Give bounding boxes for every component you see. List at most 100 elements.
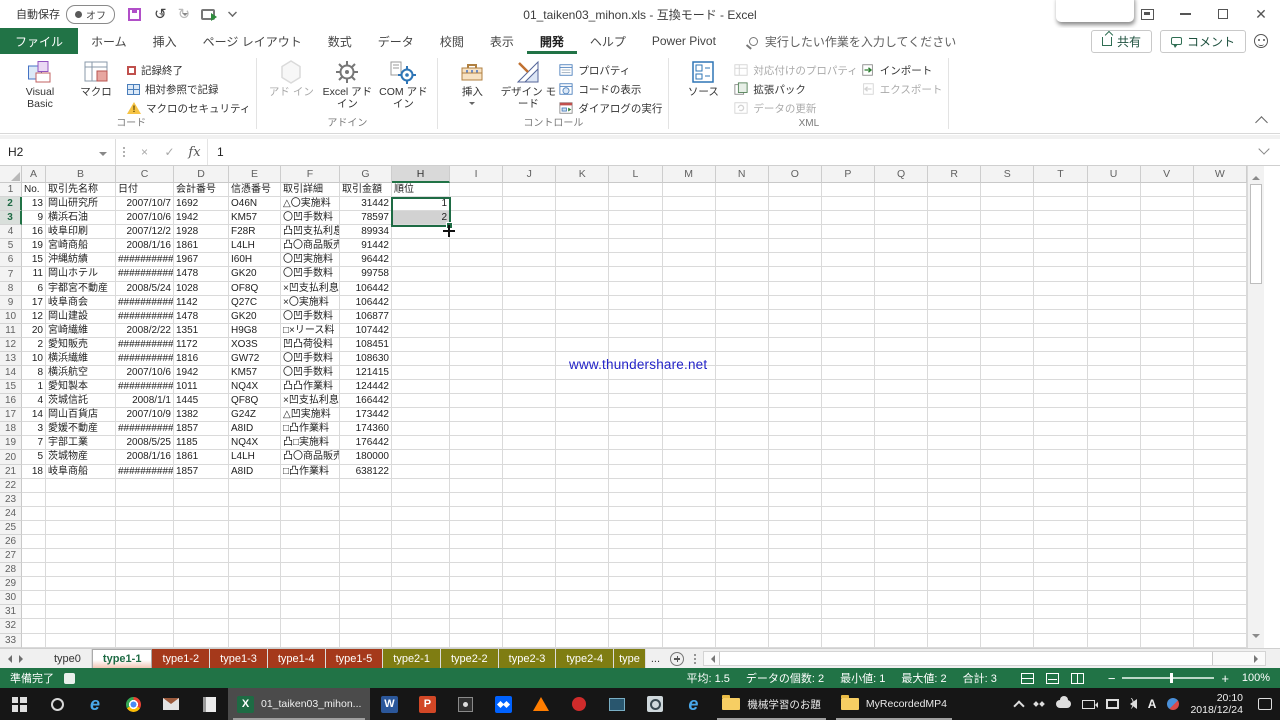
cell-C12[interactable]: ##########	[116, 338, 174, 352]
column-header-T[interactable]: T	[1034, 166, 1087, 183]
cell-Q18[interactable]	[875, 422, 928, 436]
cell-U15[interactable]	[1088, 380, 1141, 394]
cell-E22[interactable]	[229, 479, 281, 493]
touch-mode-icon[interactable]	[201, 9, 215, 20]
cell-C8[interactable]: 2008/5/24	[116, 282, 174, 296]
cell-H27[interactable]	[392, 549, 450, 563]
ribbon-tab-developer[interactable]: 開発	[527, 28, 577, 54]
cell-I33[interactable]	[450, 634, 503, 648]
cell-G8[interactable]: 106442	[340, 282, 392, 296]
import-button[interactable]: インポート	[861, 63, 943, 77]
cell-F16[interactable]: ×凹支払利息	[281, 394, 340, 408]
cell-R18[interactable]	[928, 422, 981, 436]
ribbon-display-options-button[interactable]	[1128, 0, 1166, 28]
cell-G32[interactable]	[340, 619, 392, 633]
cell-B32[interactable]	[46, 619, 116, 633]
tray-app-dot-icon[interactable]	[1167, 698, 1179, 710]
cell-F20[interactable]: 凸〇商品販売	[281, 450, 340, 464]
cell-G20[interactable]: 180000	[340, 450, 392, 464]
cell-S3[interactable]	[981, 211, 1034, 225]
vertical-scrollbar[interactable]	[1247, 166, 1264, 648]
cell-J32[interactable]	[503, 619, 556, 633]
cell-F11[interactable]: □×リース料	[281, 324, 340, 338]
cell-I2[interactable]	[450, 197, 503, 211]
cell-P16[interactable]	[822, 394, 875, 408]
row-header-8[interactable]: 8	[0, 282, 22, 296]
page-layout-view-icon[interactable]	[1046, 673, 1059, 684]
cell-A30[interactable]	[22, 591, 46, 605]
row-header-28[interactable]: 28	[0, 563, 22, 577]
cell-R14[interactable]	[928, 366, 981, 380]
excel-addins-button[interactable]: Excel アドイン	[319, 56, 375, 116]
cell-K21[interactable]	[556, 465, 609, 479]
cell-F26[interactable]	[281, 535, 340, 549]
cell-M10[interactable]	[663, 310, 716, 324]
cell-I9[interactable]	[450, 296, 503, 310]
cell-M23[interactable]	[663, 493, 716, 507]
cell-A1[interactable]: No.	[22, 183, 46, 197]
cell-N10[interactable]	[716, 310, 769, 324]
cell-D7[interactable]: 1478	[174, 267, 229, 281]
cell-J19[interactable]	[503, 436, 556, 450]
cell-L29[interactable]	[609, 577, 662, 591]
cell-D14[interactable]: 1942	[174, 366, 229, 380]
cell-R6[interactable]	[928, 253, 981, 267]
cell-D22[interactable]	[174, 479, 229, 493]
column-header-N[interactable]: N	[716, 166, 769, 183]
cell-P13[interactable]	[822, 352, 875, 366]
cell-K27[interactable]	[556, 549, 609, 563]
cell-D32[interactable]	[174, 619, 229, 633]
cell-S11[interactable]	[981, 324, 1034, 338]
cell-P21[interactable]	[822, 465, 875, 479]
cell-T3[interactable]	[1034, 211, 1087, 225]
cell-M21[interactable]	[663, 465, 716, 479]
cell-J29[interactable]	[503, 577, 556, 591]
cell-U26[interactable]	[1088, 535, 1141, 549]
zoom-slider[interactable]	[1122, 677, 1214, 679]
cell-D10[interactable]: 1478	[174, 310, 229, 324]
cell-M18[interactable]	[663, 422, 716, 436]
cell-W12[interactable]	[1194, 338, 1247, 352]
cell-H24[interactable]	[392, 507, 450, 521]
cell-V11[interactable]	[1141, 324, 1194, 338]
cell-D25[interactable]	[174, 521, 229, 535]
cell-D16[interactable]: 1445	[174, 394, 229, 408]
cell-L23[interactable]	[609, 493, 662, 507]
cell-T25[interactable]	[1034, 521, 1087, 535]
cell-B25[interactable]	[46, 521, 116, 535]
cell-H31[interactable]	[392, 605, 450, 619]
cell-N7[interactable]	[716, 267, 769, 281]
cell-U4[interactable]	[1088, 225, 1141, 239]
cell-Q17[interactable]	[875, 408, 928, 422]
cell-D1[interactable]: 会計番号	[174, 183, 229, 197]
cell-B3[interactable]: 横浜石油	[46, 211, 116, 225]
cell-B11[interactable]: 宮崎繊維	[46, 324, 116, 338]
row-header-18[interactable]: 18	[0, 422, 22, 436]
insert-function-icon[interactable]: fx	[182, 139, 207, 165]
cell-A17[interactable]: 14	[22, 408, 46, 422]
cell-J33[interactable]	[503, 634, 556, 648]
cell-K23[interactable]	[556, 493, 609, 507]
cell-B21[interactable]: 岐阜商船	[46, 465, 116, 479]
cell-K16[interactable]	[556, 394, 609, 408]
cell-P5[interactable]	[822, 239, 875, 253]
cell-D24[interactable]	[174, 507, 229, 521]
cell-F3[interactable]: 〇凹手数料	[281, 211, 340, 225]
cell-I16[interactable]	[450, 394, 503, 408]
cell-P12[interactable]	[822, 338, 875, 352]
cell-F4[interactable]: 凸凹支払利息	[281, 225, 340, 239]
cell-S5[interactable]	[981, 239, 1034, 253]
ribbon-tab-file[interactable]: ファイル	[0, 28, 78, 54]
cell-Q5[interactable]	[875, 239, 928, 253]
cell-U33[interactable]	[1088, 634, 1141, 648]
cell-C28[interactable]	[116, 563, 174, 577]
cell-E1[interactable]: 信憑番号	[229, 183, 281, 197]
cell-P14[interactable]	[822, 366, 875, 380]
row-header-12[interactable]: 12	[0, 338, 22, 352]
cell-G14[interactable]: 121415	[340, 366, 392, 380]
cell-M31[interactable]	[663, 605, 716, 619]
cell-G23[interactable]	[340, 493, 392, 507]
cell-F18[interactable]: □凸作業料	[281, 422, 340, 436]
cell-W30[interactable]	[1194, 591, 1247, 605]
cell-T27[interactable]	[1034, 549, 1087, 563]
